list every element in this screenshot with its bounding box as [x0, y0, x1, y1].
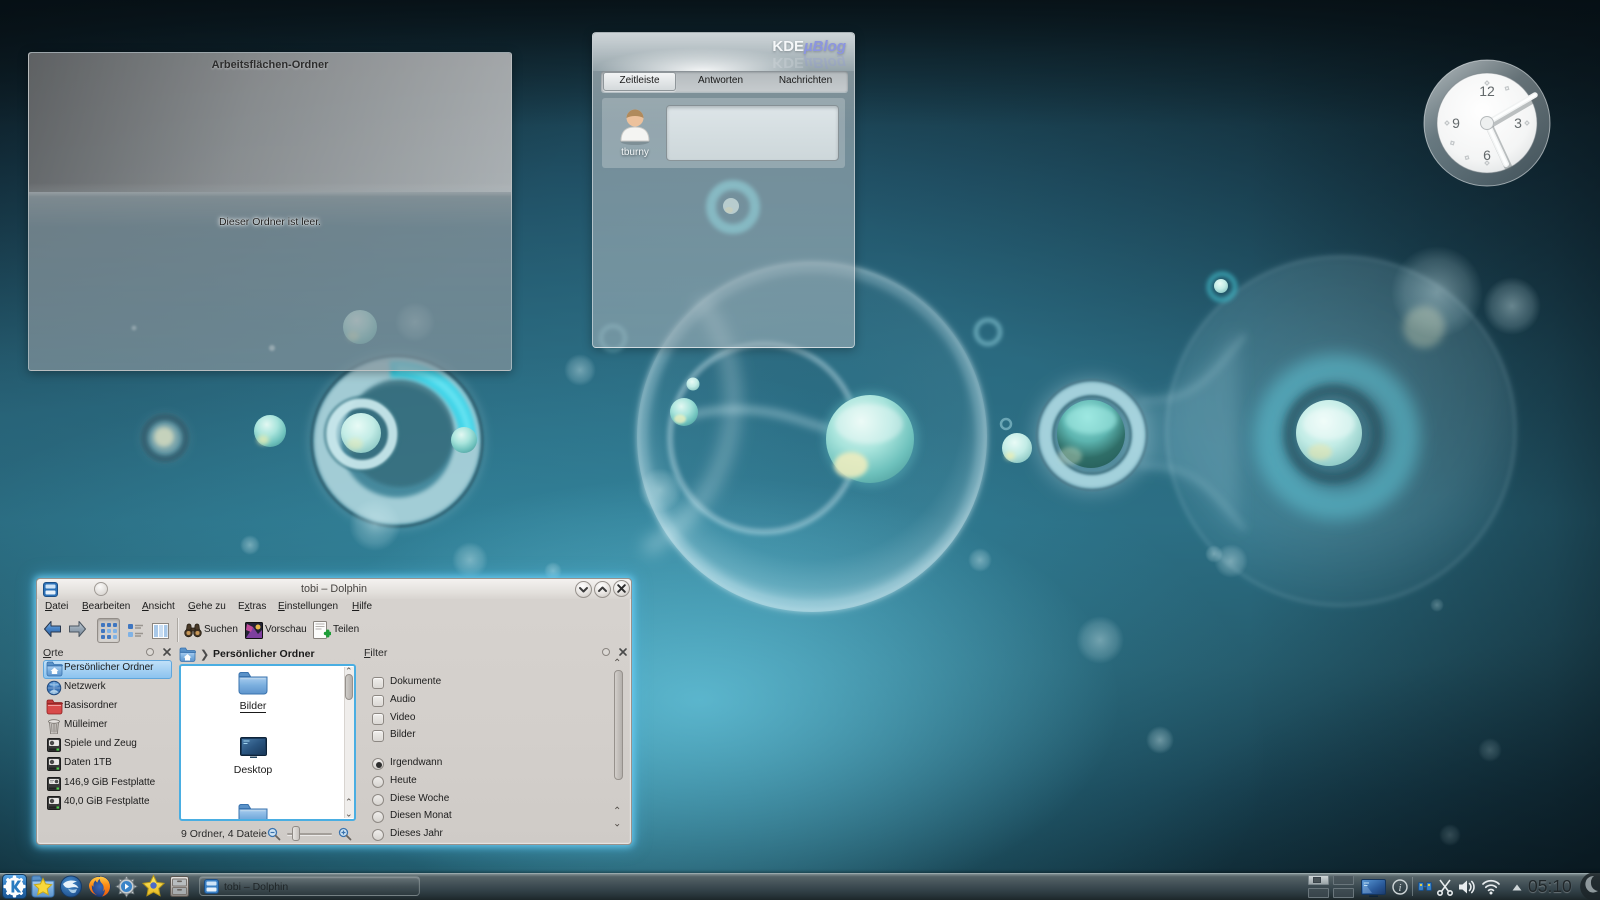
svg-text:3: 3: [1514, 115, 1522, 131]
svg-text:12: 12: [1479, 83, 1495, 99]
svg-text:i: i: [1398, 882, 1401, 894]
svg-text:6: 6: [1483, 147, 1491, 163]
svg-text:9: 9: [1452, 115, 1460, 131]
